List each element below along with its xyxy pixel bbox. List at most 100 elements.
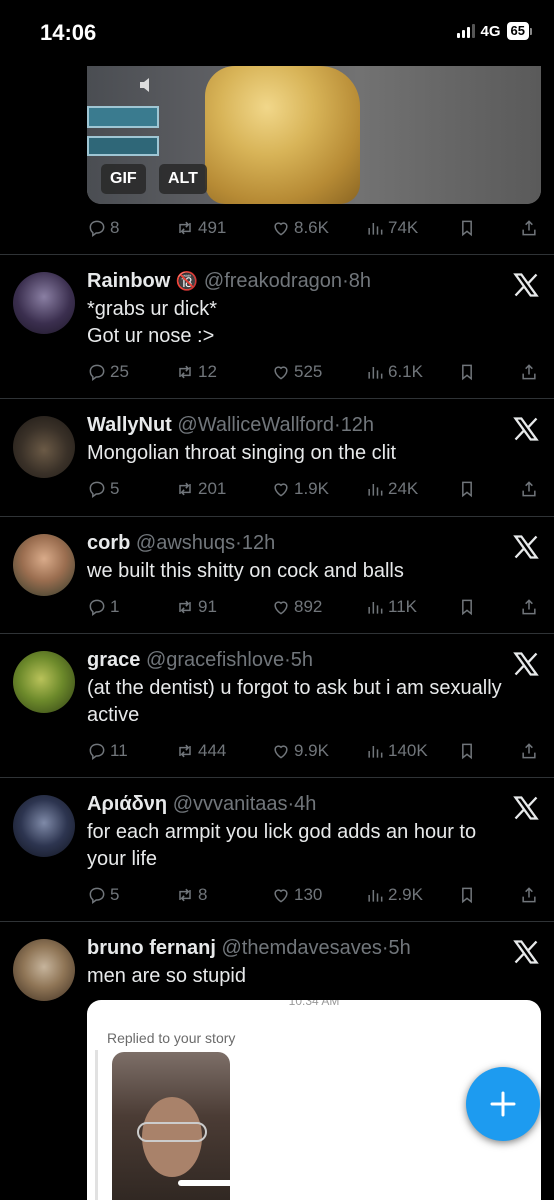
bookmark-button[interactable] <box>457 362 477 382</box>
tweet-actions: 25 12 525 6.1K <box>87 362 542 384</box>
tweet-header: corb @awshuqs·12h <box>87 532 275 555</box>
view-count: 24K <box>388 479 419 498</box>
tweet-line: Got ur nose :> <box>87 325 215 347</box>
share-icon <box>522 743 536 759</box>
display-name[interactable]: corb <box>87 532 130 554</box>
handle[interactable]: @themdavesaves <box>221 937 381 959</box>
plus-icon <box>490 1091 516 1117</box>
tweet-text: men are so stupid <box>87 963 542 990</box>
share-button[interactable] <box>519 362 539 382</box>
repost-button[interactable]: 201 <box>175 479 226 499</box>
like-button[interactable]: 1.9K <box>271 479 329 499</box>
like-button[interactable]: 525 <box>271 362 322 382</box>
handle[interactable]: @gracefishlove <box>146 649 284 671</box>
tweet-line: Mongolian throat singing on the clit <box>87 442 397 464</box>
x-logo-icon <box>513 273 539 297</box>
reply-icon <box>89 364 105 381</box>
share-icon <box>522 599 536 615</box>
views-button[interactable]: 140K <box>365 741 428 761</box>
repost-button[interactable]: 12 <box>175 362 217 382</box>
view-count: 11K <box>388 597 417 616</box>
x-logo-icon <box>513 417 539 441</box>
avatar[interactable] <box>13 651 75 713</box>
tweet-header: grace @gracefishlove·5h <box>87 649 313 672</box>
dot-separator: · <box>235 532 242 554</box>
handle[interactable]: @vvvanitaas <box>173 793 288 815</box>
display-name[interactable]: bruno fernanj <box>87 937 216 959</box>
separator <box>0 516 554 517</box>
share-button[interactable] <box>519 885 539 905</box>
signal-icon <box>456 24 475 38</box>
like-button[interactable]: 9.9K <box>271 741 329 761</box>
reply-count: 1 <box>110 597 120 616</box>
bookmark-button[interactable] <box>457 479 477 499</box>
battery-icon: 65 <box>506 22 532 40</box>
repost-count: 12 <box>198 362 217 381</box>
like-button[interactable]: 130 <box>271 885 322 905</box>
tweet-actions: 11 444 9.9K 140K <box>87 741 542 763</box>
like-button[interactable]: 892 <box>271 597 322 617</box>
avatar[interactable] <box>13 795 75 857</box>
alt-badge[interactable]: ALT <box>159 164 207 194</box>
heart-icon <box>274 366 288 380</box>
reply-button[interactable]: 11 <box>87 741 128 761</box>
separator <box>0 921 554 922</box>
share-button[interactable] <box>519 218 539 238</box>
share-icon <box>522 220 536 236</box>
repost-button[interactable]: 8 <box>175 885 207 905</box>
avatar[interactable] <box>13 272 75 334</box>
repost-button[interactable]: 491 <box>175 218 226 238</box>
avatar[interactable] <box>13 416 75 478</box>
views-button[interactable]: 2.9K <box>365 885 423 905</box>
reply-button[interactable]: 5 <box>87 885 119 905</box>
repost-button[interactable]: 91 <box>175 597 217 617</box>
tweet-line: your life <box>87 848 158 870</box>
bookmark-button[interactable] <box>457 741 477 761</box>
handle[interactable]: @awshuqs <box>136 532 235 554</box>
views-button[interactable]: 74K <box>365 218 418 238</box>
display-name[interactable]: Αριάδνη <box>87 793 167 815</box>
handle[interactable]: @freakodragon <box>204 270 342 292</box>
home-indicator[interactable] <box>178 1180 376 1186</box>
avatar[interactable] <box>13 939 75 1001</box>
separator <box>0 398 554 399</box>
views-button[interactable]: 11K <box>365 597 417 617</box>
battery-level: 65 <box>506 22 529 40</box>
tweet-header: Rainbow 🔞 @freakodragon·8h <box>87 270 371 293</box>
like-button[interactable]: 8.6K <box>271 218 329 238</box>
share-icon <box>522 481 536 497</box>
status-time: 14:06 <box>40 20 97 45</box>
tweet-text: (at the dentist) u forgot to ask but i a… <box>87 675 542 729</box>
display-name[interactable]: WallyNut <box>87 414 172 436</box>
display-name[interactable]: grace <box>87 649 140 671</box>
reply-button[interactable]: 5 <box>87 479 119 499</box>
reply-button[interactable]: 1 <box>87 597 119 617</box>
repost-icon <box>179 221 191 235</box>
tweet-media-gif[interactable]: GIF ALT <box>87 66 541 204</box>
share-button[interactable] <box>519 741 539 761</box>
reply-button[interactable]: 25 <box>87 362 129 382</box>
views-button[interactable]: 24K <box>365 479 418 499</box>
timestamp: 12h <box>340 414 375 436</box>
tweet-actions: 8 491 8.6K 74K <box>87 218 542 240</box>
bookmark-button[interactable] <box>457 597 477 617</box>
compose-button[interactable] <box>466 1067 540 1141</box>
share-button[interactable] <box>519 479 539 499</box>
tweet-line: for each armpit you lick god adds an hou… <box>87 821 477 843</box>
reply-button[interactable]: 8 <box>87 218 119 238</box>
views-button[interactable]: 6.1K <box>365 362 423 382</box>
avatar[interactable] <box>13 534 75 596</box>
tweet-header: Αριάδνη @vvvanitaas·4h <box>87 793 316 816</box>
bookmark-button[interactable] <box>457 218 477 238</box>
tweet-actions: 1 91 892 11K <box>87 597 542 619</box>
bookmark-icon <box>462 599 472 616</box>
share-button[interactable] <box>519 597 539 617</box>
repost-count: 444 <box>198 741 227 760</box>
like-count: 525 <box>294 362 323 381</box>
repost-button[interactable]: 444 <box>175 741 226 761</box>
view-count: 6.1K <box>388 362 423 381</box>
display-name[interactable]: Rainbow <box>87 270 170 292</box>
handle[interactable]: @WalliceWallford <box>177 414 334 436</box>
status-indicators: 4G 65 <box>456 22 532 40</box>
bookmark-button[interactable] <box>457 885 477 905</box>
